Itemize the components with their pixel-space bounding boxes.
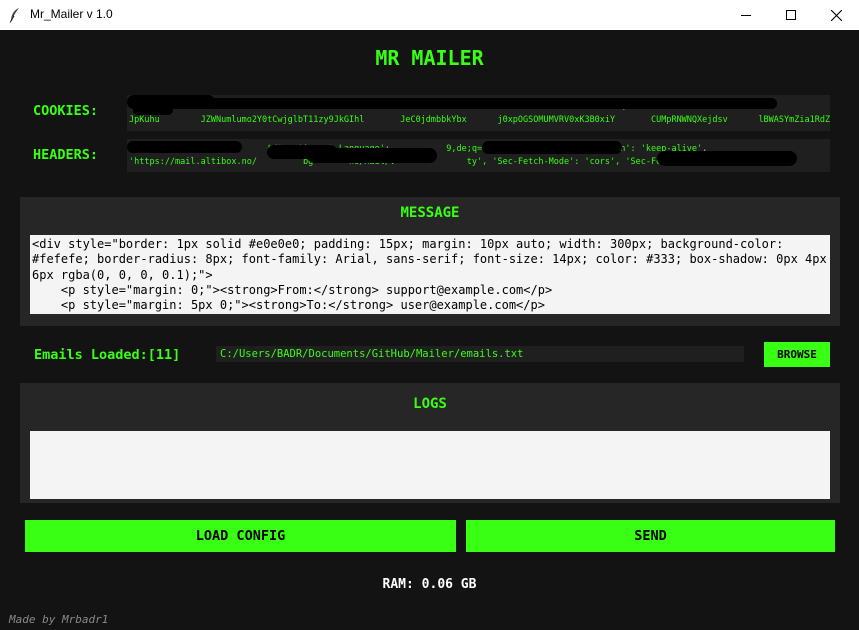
logs-title: LOGS: [413, 396, 447, 412]
footer-credit: Made by Mrbadr1: [9, 613, 109, 626]
redaction-mark: [307, 148, 437, 163]
load-config-button[interactable]: LOAD CONFIG: [25, 520, 456, 552]
logs-panel: LOGS: [20, 383, 840, 503]
app-main: MR MAILER COOKIES: 3RWUmxxQn JpKuhu JZWN…: [0, 30, 859, 630]
message-editor[interactable]: <div style="border: 1px solid #e0e0e0; p…: [30, 235, 830, 314]
browse-button[interactable]: BROWSE: [764, 342, 830, 367]
feather-icon: [9, 8, 19, 23]
redaction-mark: [207, 98, 777, 109]
emails-loaded-label: Emails Loaded:[11]: [34, 347, 181, 363]
minimize-icon: [741, 15, 751, 16]
message-line: <div style="border: 1px solid #e0e0e0; p…: [32, 237, 827, 282]
cookies-line-2: JpKuhu JZWNumlumo2Y0tCwjglbT11zy9JkGIhl …: [129, 115, 830, 125]
headers-field[interactable]: application */* 'Accept-Language': 9,de;…: [127, 139, 830, 172]
message-line: <p style="margin: 5px 0;"><strong>To:</s…: [32, 298, 545, 313]
send-button[interactable]: SEND: [466, 520, 835, 552]
logs-output[interactable]: [30, 431, 830, 499]
close-icon: [830, 9, 842, 21]
cookies-field[interactable]: 3RWUmxxQn JpKuhu JZWNumlumo2Y0tCwjglbT11…: [127, 95, 830, 131]
maximize-button[interactable]: [768, 0, 814, 30]
close-button[interactable]: [813, 0, 859, 30]
cookies-label: COOKIES:: [33, 103, 99, 119]
ram-usage: RAM: 0.06 GB: [382, 577, 477, 592]
message-line: <p style="margin: 0;"><strong>From:</str…: [32, 282, 553, 297]
emails-path-field[interactable]: C:/Users/BADR/Documents/GitHub/Mailer/em…: [216, 346, 744, 362]
message-panel: MESSAGE <div style="border: 1px solid #e…: [20, 197, 840, 326]
maximize-icon: [786, 10, 796, 20]
minimize-button[interactable]: [723, 0, 769, 30]
redaction-mark: [657, 151, 797, 166]
message-title: MESSAGE: [400, 205, 460, 221]
app-title: MR MAILER: [375, 46, 484, 70]
window-titlebar: Mr_Mailer v 1.0: [0, 0, 859, 30]
redaction-mark: [482, 141, 622, 154]
headers-label: HEADERS:: [33, 147, 99, 163]
redaction-mark: [133, 105, 173, 115]
redaction-mark: [127, 141, 242, 153]
window-title: Mr_Mailer v 1.0: [30, 7, 113, 21]
